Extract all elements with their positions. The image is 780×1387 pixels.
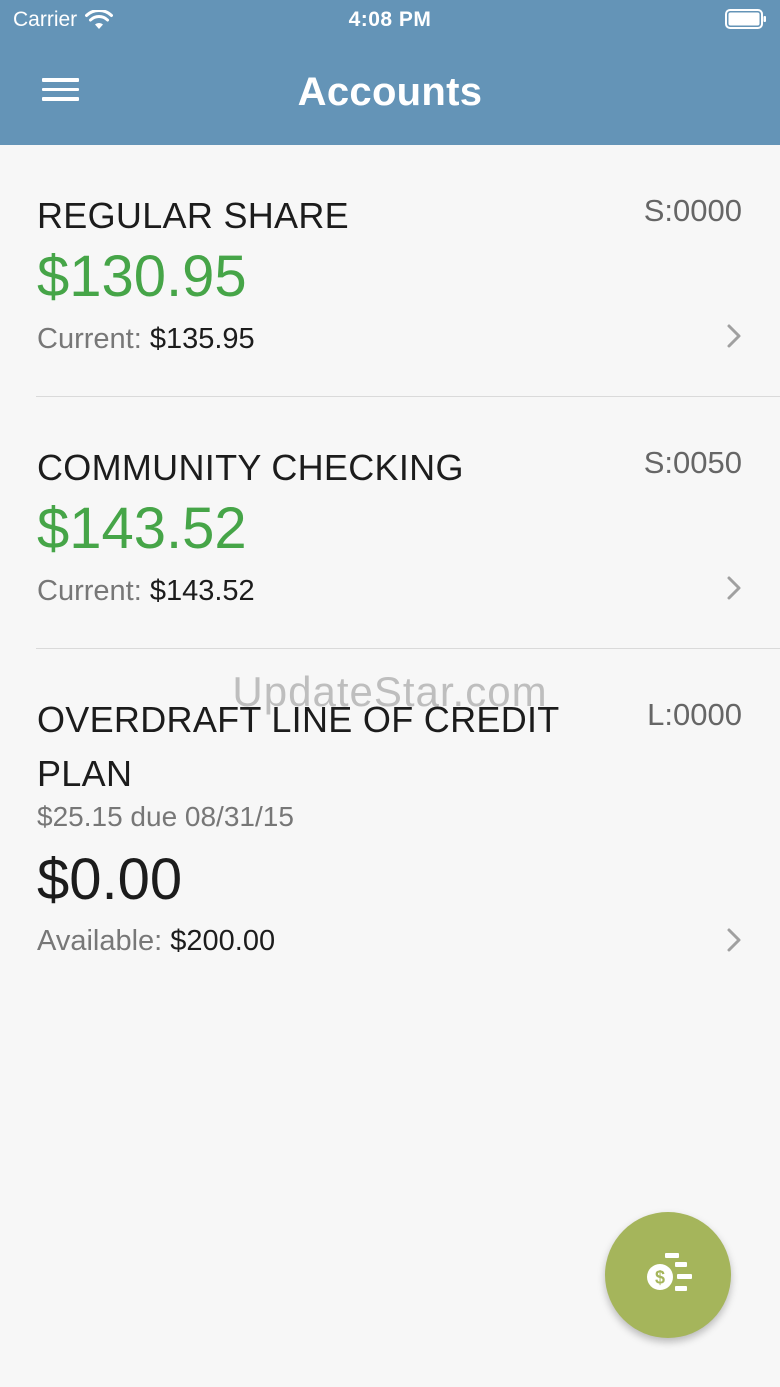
battery-icon <box>725 9 766 29</box>
top-bar: Carrier 4:08 PM Accounts <box>0 0 780 145</box>
account-item-overdraft-line[interactable]: OVERDRAFT LINE OF CREDIT PLAN L:0000 $25… <box>0 649 780 979</box>
account-name: OVERDRAFT LINE OF CREDIT PLAN <box>37 699 559 794</box>
transfer-button[interactable]: $ <box>605 1212 731 1338</box>
account-current: Current: $135.95 <box>37 317 255 361</box>
current-value: $135.95 <box>149 323 255 355</box>
account-name: COMMUNITY CHECKING <box>37 447 464 488</box>
chevron-right-icon <box>727 324 741 348</box>
current-label: Current: <box>37 575 142 607</box>
account-item-regular-share[interactable]: REGULAR SHARE S:0000 $130.95 Current: $1… <box>0 145 780 397</box>
transfer-money-icon: $ <box>647 1253 692 1291</box>
account-code: L:0000 <box>647 697 742 732</box>
account-name: REGULAR SHARE <box>37 195 349 236</box>
account-balance: $0.00 <box>37 847 183 912</box>
svg-text:$: $ <box>655 1268 665 1288</box>
account-balance: $130.95 <box>37 244 247 309</box>
page-title: Accounts <box>297 70 483 114</box>
account-item-community-checking[interactable]: COMMUNITY CHECKING S:0050 $143.52 Curren… <box>0 397 780 649</box>
account-available: Available: $200.00 <box>37 919 275 963</box>
account-code: S:0000 <box>643 193 742 228</box>
payment-due: $25.15 due 08/31/15 <box>37 801 294 832</box>
status-time: 4:08 PM <box>348 8 432 31</box>
chevron-right-icon <box>727 576 741 600</box>
current-value: $143.52 <box>149 575 255 607</box>
status-bar: Carrier 4:08 PM <box>0 0 780 40</box>
chevron-right-icon <box>727 928 741 952</box>
account-balance: $143.52 <box>37 496 247 561</box>
accounts-list: REGULAR SHARE S:0000 $130.95 Current: $1… <box>0 145 780 979</box>
account-code: S:0050 <box>643 445 742 480</box>
available-value: $200.00 <box>170 925 276 957</box>
current-label: Current: <box>37 323 142 355</box>
account-current: Current: $143.52 <box>37 569 255 613</box>
available-label: Available: <box>37 925 163 957</box>
